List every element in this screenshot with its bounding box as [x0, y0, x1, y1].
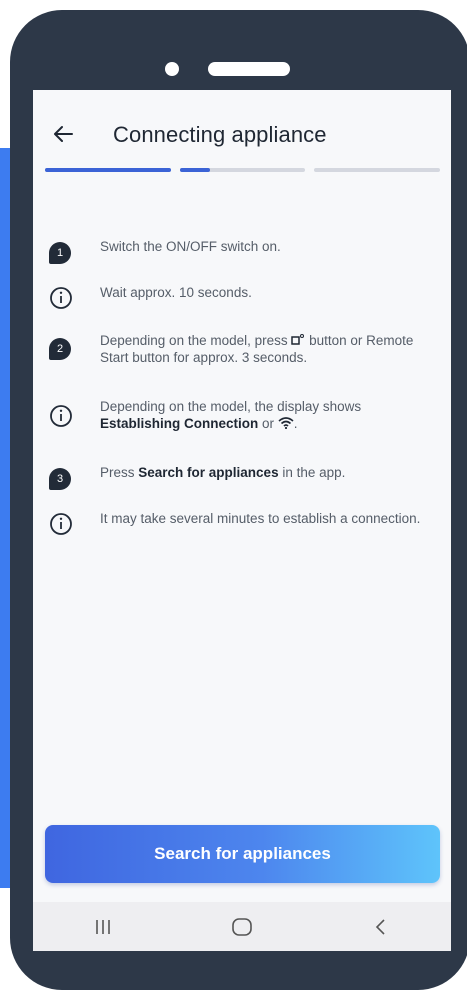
- progress-step-3: [314, 168, 440, 172]
- step-text: Switch the ON/OFF switch on.: [100, 239, 281, 254]
- info-text: It may take several minutes to establish…: [100, 511, 421, 526]
- step-number-badge: 3: [49, 468, 71, 490]
- back-button[interactable]: [47, 118, 79, 150]
- system-back-button[interactable]: [351, 907, 411, 947]
- info-icon: [50, 513, 72, 535]
- speaker-grille: [208, 62, 290, 76]
- progress-step-1: [45, 168, 171, 172]
- step-text: Press Search for appliances in the app.: [100, 465, 346, 480]
- camera-dot: [165, 62, 179, 76]
- wifi-icon: [278, 417, 294, 430]
- info-icon: [50, 405, 72, 427]
- step-number-badge: 1: [49, 242, 71, 264]
- phone-frame: Connecting appliance 1 Switch the ON/OFF…: [10, 10, 467, 990]
- app-screen: Connecting appliance 1 Switch the ON/OFF…: [33, 90, 451, 951]
- search-appliances-button[interactable]: Search for appliances: [45, 825, 440, 883]
- recent-apps-icon: [95, 919, 110, 934]
- remote-start-icon: [291, 334, 305, 345]
- step-number-badge: 2: [49, 338, 71, 360]
- chevron-left-icon: [376, 918, 385, 935]
- header: Connecting appliance: [33, 90, 451, 180]
- step-text: Depending on the model, press button or …: [100, 333, 414, 365]
- page-title: Connecting appliance: [113, 122, 327, 147]
- progress-step-1-fill: [45, 168, 171, 172]
- info-text: Depending on the model, the display show…: [100, 399, 362, 431]
- home-button[interactable]: [212, 907, 272, 947]
- recent-apps-button[interactable]: [73, 907, 133, 947]
- home-icon: [232, 917, 252, 936]
- progress-step-2: [180, 168, 305, 172]
- android-navigation-bar: [33, 902, 451, 951]
- arrow-left-icon: [54, 126, 73, 142]
- info-icon: [50, 287, 72, 309]
- info-text: Wait approx. 10 seconds.: [100, 285, 252, 300]
- progress-step-2-fill: [180, 168, 210, 172]
